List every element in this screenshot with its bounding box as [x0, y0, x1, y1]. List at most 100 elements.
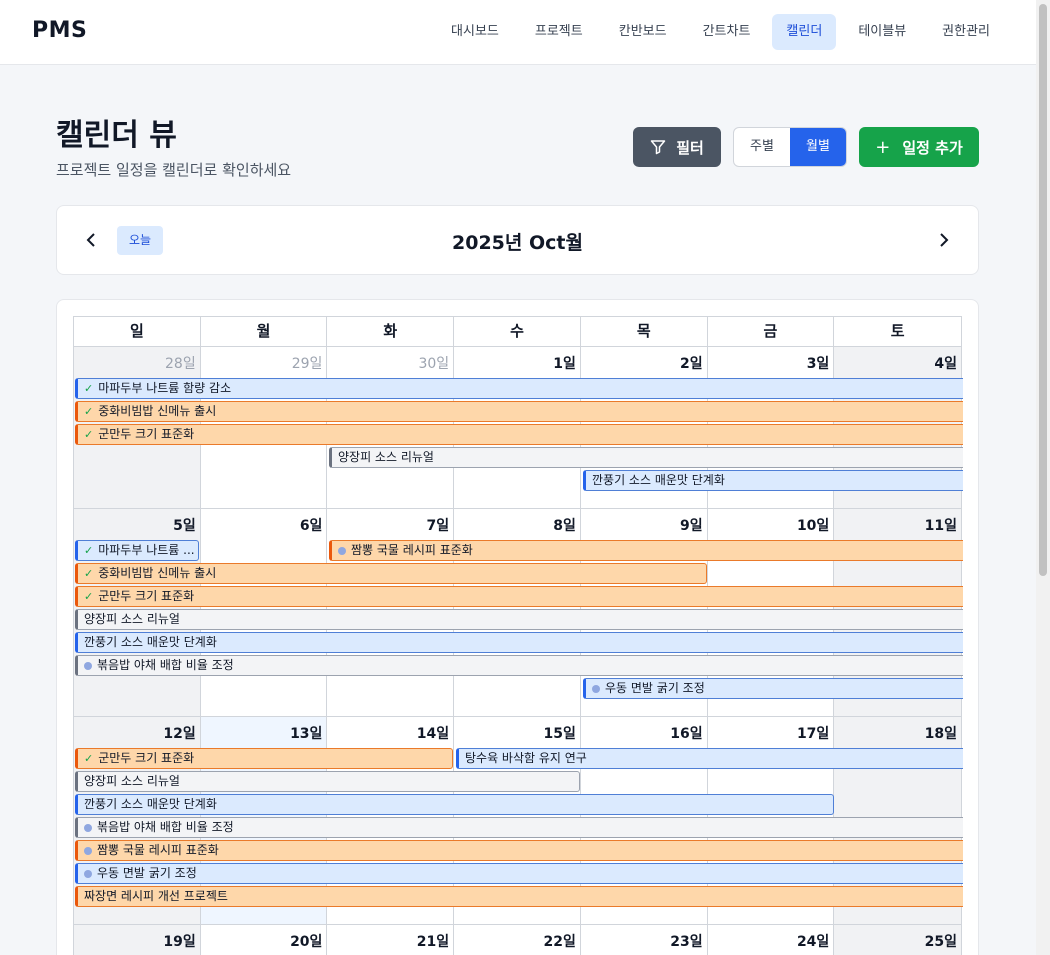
- event-title: 우동 면발 굵기 조정: [605, 681, 705, 695]
- event-title: 짜장면 레시피 개선 프로젝트: [84, 889, 228, 903]
- event-title: 탕수육 바삭함 유지 연구: [465, 751, 587, 765]
- calendar-event-bar[interactable]: 깐풍기 소스 매운맛 단계화: [75, 794, 834, 815]
- day-number: 12일: [163, 726, 196, 742]
- calendar-week-row: 5일 6일 7일 8일 9일 10일 11일 ✓ 마파두부 나트륨 ... 짬뽕 국물 레시피 표…: [73, 508, 963, 716]
- day-number: 9일: [679, 518, 703, 534]
- main-nav: 대시보드 프로젝트 칸반보드 간트차트 캘린더 테이블뷰 권한관리: [437, 14, 1004, 50]
- calendar-event-bar[interactable]: ✓ 군만두 크기 표준화: [75, 424, 963, 445]
- day-number: 2일: [679, 356, 703, 372]
- check-icon: ✓: [84, 567, 94, 580]
- check-icon: ✓: [84, 428, 94, 441]
- next-month-button[interactable]: [933, 229, 955, 251]
- status-dot-icon: [84, 823, 92, 832]
- day-number: 21일: [416, 934, 450, 950]
- calendar-event-bar[interactable]: 우동 면발 굵기 조정: [583, 678, 963, 699]
- day-number: 17일: [796, 726, 830, 742]
- month-title: 2025년 Oct월: [452, 232, 583, 254]
- monthly-view-button[interactable]: 월별: [790, 128, 846, 166]
- day-number: 29일: [291, 356, 323, 372]
- calendar-event-bar[interactable]: 우동 면발 굵기 조정: [75, 863, 963, 884]
- calendar-event-bar[interactable]: ✓ 중화비빔밥 신메뉴 출시: [75, 401, 963, 422]
- calendar-event-bar[interactable]: 볶음밥 야채 배합 비율 조정: [75, 655, 963, 676]
- calendar-event-bar[interactable]: 양장피 소스 리뉴얼: [75, 771, 580, 792]
- day-number: 8일: [553, 518, 576, 534]
- calendar-week-row: 28일 29일 30일 1일 2일 3일 4일 ✓ 마파두부 나트륨 함량 감소 ✓ 중화비빔밥 신…: [73, 346, 963, 508]
- event-title: 양장피 소스 리뉴얼: [84, 774, 180, 788]
- calendar-event-bar[interactable]: ✓ 군만두 크기 표준화: [75, 748, 453, 769]
- add-event-button[interactable]: + 일정 추가: [859, 127, 979, 167]
- nav-kanban[interactable]: 칸반보드: [605, 14, 681, 50]
- nav-permissions[interactable]: 권한관리: [928, 14, 1004, 50]
- calendar-day-cell[interactable]: 23일: [581, 925, 708, 955]
- nav-projects[interactable]: 프로젝트: [521, 14, 597, 50]
- page-scrollbar[interactable]: [1036, 0, 1050, 955]
- calendar-event-bar[interactable]: 짜장면 레시피 개선 프로젝트: [75, 886, 963, 907]
- nav-calendar[interactable]: 캘린더: [772, 14, 837, 50]
- calendar-event-bar[interactable]: 양장피 소스 리뉴얼: [75, 609, 963, 630]
- calendar-event-bar[interactable]: 깐풍기 소스 매운맛 단계화: [583, 470, 963, 491]
- calendar-event-bar[interactable]: 볶음밥 야채 배합 비율 조정: [75, 817, 963, 838]
- filter-icon: [650, 140, 666, 155]
- calendar-event-bar[interactable]: 깐풍기 소스 매운맛 단계화: [75, 632, 963, 653]
- event-title: 마파두부 나트륨 ...: [98, 543, 195, 557]
- event-title: 볶음밥 야채 배합 비율 조정: [97, 658, 234, 672]
- day-number: 20일: [290, 934, 323, 950]
- event-title: 중화비빔밥 신메뉴 출시: [98, 404, 217, 418]
- weekday-mon: 월: [201, 317, 328, 346]
- day-number: 19일: [163, 934, 196, 950]
- nav-table-view[interactable]: 테이블뷰: [844, 14, 920, 50]
- event-title: 볶음밥 야채 배합 비율 조정: [97, 820, 234, 834]
- event-title: 양장피 소스 리뉴얼: [84, 612, 180, 626]
- status-dot-icon: [84, 869, 92, 878]
- calendar-day-cell[interactable]: 22일: [454, 925, 581, 955]
- calendar-header: 오늘 2025년 Oct월: [56, 205, 979, 275]
- weekly-view-button[interactable]: 주별: [734, 128, 790, 166]
- check-icon: ✓: [84, 590, 94, 603]
- event-title: 군만두 크기 표준화: [98, 427, 195, 441]
- view-toggle: 주별 월별: [733, 127, 847, 167]
- event-title: 우동 면발 굵기 조정: [97, 866, 197, 880]
- day-number: 24일: [796, 934, 830, 950]
- filter-button-label: 필터: [676, 138, 704, 157]
- plus-icon: +: [875, 136, 891, 158]
- filter-button[interactable]: 필터: [633, 127, 721, 167]
- status-dot-icon: [84, 661, 92, 670]
- day-number: 22일: [543, 934, 576, 950]
- calendar-event-bar[interactable]: 양장피 소스 리뉴얼: [329, 447, 963, 468]
- status-dot-icon: [338, 546, 346, 555]
- month-grid: 일 월 화 수 목 금 토 28일 29일 30일 1일 2일 3일 4일 ✓ 마파두부 나트륨…: [73, 316, 963, 955]
- check-icon: ✓: [84, 752, 94, 765]
- day-number: 13일: [290, 726, 323, 742]
- scrollbar-thumb[interactable]: [1039, 4, 1047, 576]
- day-number: 1일: [553, 356, 576, 372]
- calendar-day-cell[interactable]: 24일: [708, 925, 835, 955]
- nav-gantt[interactable]: 간트차트: [689, 14, 765, 50]
- event-title: 깐풍기 소스 매운맛 단계화: [84, 635, 217, 649]
- day-number: 16일: [670, 726, 703, 742]
- nav-dashboard[interactable]: 대시보드: [437, 14, 513, 50]
- event-title: 중화비빔밥 신메뉴 출시: [98, 566, 217, 580]
- status-dot-icon: [84, 846, 92, 855]
- calendar-event-bar[interactable]: 짬뽕 국물 레시피 표준화: [329, 540, 963, 561]
- calendar-event-bar[interactable]: 탕수육 바삭함 유지 연구: [456, 748, 963, 769]
- day-number: 28일: [165, 356, 196, 372]
- weekday-sat: 토: [890, 322, 905, 340]
- day-number: 4일: [934, 356, 958, 372]
- calendar-day-cell[interactable]: 19일: [74, 925, 201, 955]
- event-title: 깐풍기 소스 매운맛 단계화: [84, 797, 217, 811]
- check-icon: ✓: [84, 405, 94, 418]
- day-number: 14일: [416, 726, 450, 742]
- day-number: 15일: [543, 726, 576, 742]
- event-title: 짬뽕 국물 레시피 표준화: [351, 543, 473, 557]
- calendar-event-bar[interactable]: ✓ 마파두부 나트륨 ...: [75, 540, 199, 561]
- add-event-label: 일정 추가: [902, 138, 963, 157]
- app-logo[interactable]: PMS: [32, 18, 87, 43]
- calendar-event-bar[interactable]: 짬뽕 국물 레시피 표준화: [75, 840, 963, 861]
- calendar-event-bar[interactable]: ✓ 마파두부 나트륨 함량 감소: [75, 378, 963, 399]
- calendar-event-bar[interactable]: ✓ 중화비빔밥 신메뉴 출시: [75, 563, 707, 584]
- weekday-tue: 화: [327, 317, 455, 346]
- calendar-day-cell[interactable]: 21일: [327, 925, 455, 955]
- calendar-day-cell[interactable]: 25일: [834, 925, 962, 955]
- calendar-event-bar[interactable]: ✓ 군만두 크기 표준화: [75, 586, 963, 607]
- calendar-day-cell[interactable]: 20일: [201, 925, 328, 955]
